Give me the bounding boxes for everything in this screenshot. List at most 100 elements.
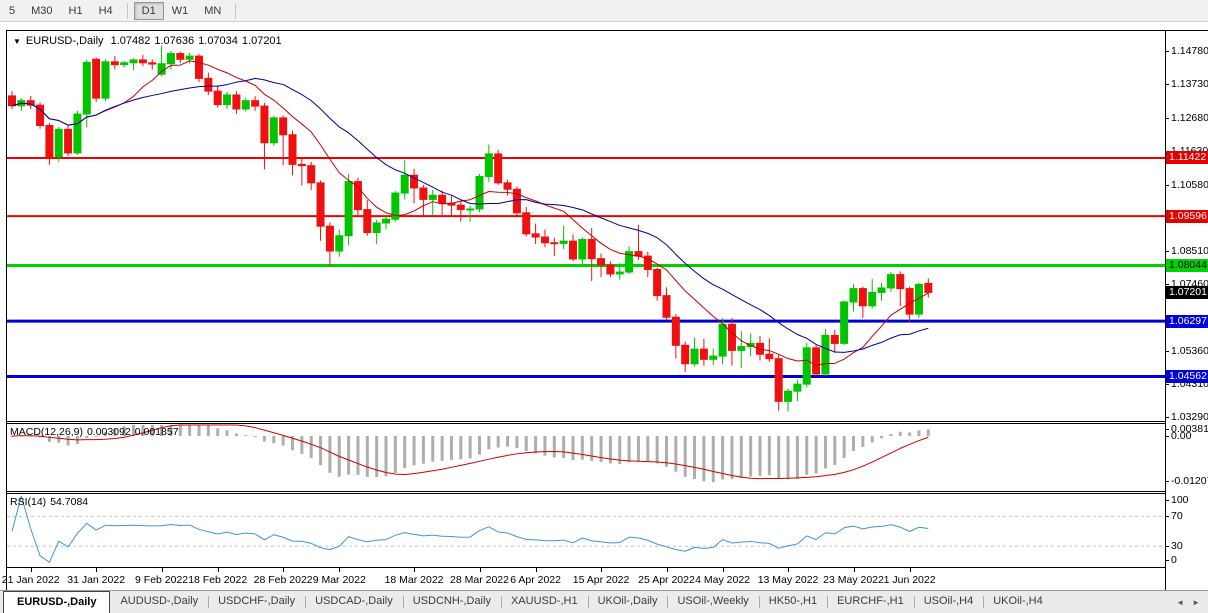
- candle-body: [111, 62, 118, 65]
- ohlc-open: 1.07482: [111, 35, 151, 47]
- timeframe-button-mn[interactable]: MN: [196, 2, 229, 20]
- date-label: 1 Jun 2022: [884, 574, 936, 586]
- chart-tab-usoil-h4[interactable]: USOil-,H4: [914, 591, 984, 613]
- chart-tab-ukoil-daily[interactable]: UKOil-,Daily: [588, 591, 668, 613]
- candle-body: [598, 259, 605, 265]
- axis-tick: [1165, 481, 1169, 482]
- macd-histogram-bar: [441, 436, 444, 461]
- ohlc-close: 1.07201: [242, 35, 282, 47]
- chart-tab-audusd-daily[interactable]: AUDUSD-,Daily: [110, 591, 208, 613]
- price-axis-label: 1.14780: [1171, 45, 1208, 57]
- macd-histogram-bar: [263, 436, 266, 442]
- candle-body: [803, 348, 810, 384]
- pane-divider: [7, 421, 1165, 422]
- macd-histogram-bar: [394, 436, 397, 473]
- candle-body: [785, 391, 792, 401]
- timeframe-button-d1[interactable]: D1: [134, 2, 164, 20]
- macd-histogram-bar: [777, 436, 780, 478]
- macd-histogram-bar: [852, 436, 855, 451]
- macd-histogram-bar: [693, 436, 696, 479]
- macd-histogram-bar: [730, 436, 733, 479]
- macd-name: MACD(12,26,9): [10, 426, 83, 438]
- candle-body: [897, 275, 904, 289]
- chart-tab-usdcnh-daily[interactable]: USDCNH-,Daily: [403, 591, 501, 613]
- chart-tab-usdchf-daily[interactable]: USDCHF-,Daily: [208, 591, 305, 613]
- candle-body: [700, 349, 707, 359]
- price-axis-label: 70: [1171, 510, 1183, 522]
- candle-body: [196, 56, 203, 78]
- candle-body: [383, 219, 390, 223]
- candle-body: [906, 289, 913, 314]
- candle-body: [289, 135, 296, 165]
- candle-body: [55, 129, 62, 156]
- candle-body: [841, 302, 848, 343]
- candle-body: [186, 56, 193, 59]
- macd-histogram-bar: [525, 436, 528, 451]
- macd-histogram-bar: [403, 436, 406, 468]
- macd-histogram-bar: [188, 425, 191, 436]
- macd-histogram-bar: [581, 436, 584, 460]
- candle-body: [336, 236, 343, 251]
- candle-body: [532, 234, 539, 237]
- date-label: 21 Jan 2022: [2, 574, 60, 586]
- candle-body: [102, 62, 109, 98]
- chart-tab-hk50-h1[interactable]: HK50-,H1: [759, 591, 827, 613]
- candle-body: [167, 54, 174, 64]
- axis-tick: [1165, 546, 1169, 547]
- tab-scroll-right-icon[interactable]: ►: [1188, 598, 1204, 607]
- candle-body: [570, 241, 577, 259]
- axis-tick: [1165, 351, 1169, 352]
- macd-histogram-bar: [572, 436, 575, 460]
- chart-tab-usoil-weekly[interactable]: USOil-,Weekly: [667, 591, 758, 613]
- tab-scroll-left-icon[interactable]: ◄: [1172, 598, 1188, 607]
- chart-tab-xauusd-h1[interactable]: XAUUSD-,H1: [501, 591, 588, 613]
- price-level-badge: 1.09596: [1166, 210, 1208, 223]
- macd-histogram-bar: [478, 436, 481, 455]
- price-axis-label: 0.00: [1171, 430, 1191, 442]
- candle-body: [280, 118, 287, 135]
- price-level-badge: 1.11422: [1166, 151, 1208, 164]
- timeframe-button-m30[interactable]: M30: [23, 2, 60, 20]
- price-axis[interactable]: 1.147801.137301.126801.116301.105801.085…: [1166, 30, 1208, 590]
- chart-tab-ukoil-h4[interactable]: UKOil-,H4: [983, 591, 1053, 613]
- chart-plot[interactable]: [7, 31, 1165, 567]
- macd-histogram-bar: [422, 436, 425, 464]
- symbol-dropdown-icon[interactable]: ▼: [13, 37, 21, 46]
- axis-tick: [1165, 251, 1169, 252]
- candle-body: [242, 101, 249, 109]
- candle-body: [869, 292, 876, 305]
- timeframe-button-w1[interactable]: W1: [164, 2, 197, 20]
- candle-body: [308, 166, 315, 183]
- ohlc-high: 1.07636: [154, 35, 194, 47]
- macd-histogram-bar: [824, 436, 827, 468]
- axis-tick: [1165, 516, 1169, 517]
- macd-histogram-bar: [871, 436, 874, 442]
- timeframe-button-h4[interactable]: H4: [91, 2, 121, 20]
- price-axis-label: -0.012077: [1171, 475, 1208, 487]
- macd-histogram-bar: [637, 436, 640, 461]
- chart-tab-eurusd-daily[interactable]: EURUSD-,Daily: [3, 591, 110, 613]
- candle-body: [588, 240, 595, 259]
- macd-histogram-bar: [749, 436, 752, 477]
- chart-title: ▼EURUSD-,Daily 1.074821.076361.070341.07…: [13, 35, 286, 47]
- axis-tick: [1165, 118, 1169, 119]
- price-axis-label: 1.12680: [1171, 112, 1208, 124]
- candle-body: [710, 356, 717, 359]
- date-tick: [788, 568, 789, 572]
- candle-body: [831, 335, 838, 343]
- tab-scroll-controls: ◄►: [1172, 591, 1208, 613]
- candle-body: [261, 106, 268, 143]
- timeframe-button-h1[interactable]: H1: [61, 2, 91, 20]
- candle-body: [46, 126, 53, 157]
- date-tick: [283, 568, 284, 572]
- timeframe-button-5[interactable]: 5: [1, 2, 23, 20]
- macd-signal-value: 0.001857: [135, 426, 179, 438]
- date-axis[interactable]: 21 Jan 202231 Jan 20229 Feb 202218 Feb 2…: [7, 567, 1165, 590]
- date-label: 18 Feb 2022: [188, 574, 247, 586]
- chart-tab-usdcad-daily[interactable]: USDCAD-,Daily: [305, 591, 403, 613]
- macd-histogram-bar: [310, 436, 313, 458]
- price-axis-label: 1.08510: [1171, 245, 1208, 257]
- date-tick: [910, 568, 911, 572]
- date-tick: [601, 568, 602, 572]
- chart-tab-eurchf-h1[interactable]: EURCHF-,H1: [827, 591, 914, 613]
